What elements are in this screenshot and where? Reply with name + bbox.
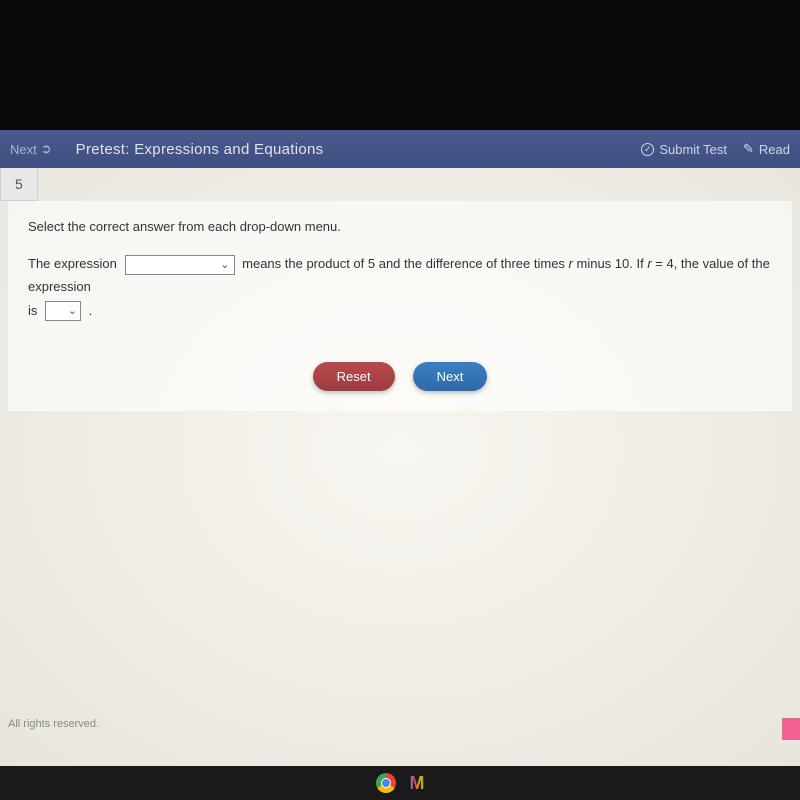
- taskbar: M: [0, 766, 800, 800]
- question-panel: Select the correct answer from each drop…: [8, 201, 792, 411]
- next-button[interactable]: Next: [413, 362, 488, 391]
- screen-content: Next ➲ Pretest: Expressions and Equation…: [0, 130, 800, 770]
- expression-dropdown[interactable]: [125, 255, 235, 275]
- next-nav-label: Next: [10, 142, 37, 157]
- page-title: Pretest: Expressions and Equations: [76, 141, 642, 158]
- question-instruction: Select the correct answer from each drop…: [28, 219, 772, 234]
- prev-next-nav[interactable]: Next ➲: [10, 141, 52, 157]
- text-part-5: is: [28, 303, 37, 318]
- reset-button[interactable]: Reset: [313, 362, 395, 391]
- value-dropdown[interactable]: [45, 301, 81, 321]
- wrench-icon: ✎: [743, 141, 754, 157]
- question-body: The expression means the product of 5 an…: [28, 252, 772, 322]
- text-part-1: The expression: [28, 256, 117, 271]
- submit-label: Submit Test: [659, 142, 727, 157]
- laptop-bezel: [0, 0, 800, 140]
- reader-label: Read: [759, 142, 790, 157]
- check-icon: ✓: [641, 143, 654, 156]
- header-bar: Next ➲ Pretest: Expressions and Equation…: [0, 130, 800, 168]
- gmail-icon[interactable]: M: [410, 773, 425, 794]
- reader-tools-button[interactable]: ✎ Read: [743, 141, 790, 157]
- arrow-icon: ➲: [41, 141, 52, 157]
- question-number-tab[interactable]: 5: [0, 168, 38, 201]
- corner-badge: [782, 718, 800, 740]
- chrome-icon[interactable]: [376, 773, 396, 793]
- submit-test-button[interactable]: ✓ Submit Test: [641, 142, 727, 157]
- text-part-2: means the product of 5 and the differenc…: [242, 256, 568, 271]
- footer-rights: All rights reserved.: [8, 718, 99, 730]
- header-actions: ✓ Submit Test ✎ Read: [641, 141, 790, 157]
- text-part-3: minus 10. If: [573, 256, 647, 271]
- text-part-6: .: [89, 303, 93, 318]
- action-buttons: Reset Next: [28, 362, 772, 391]
